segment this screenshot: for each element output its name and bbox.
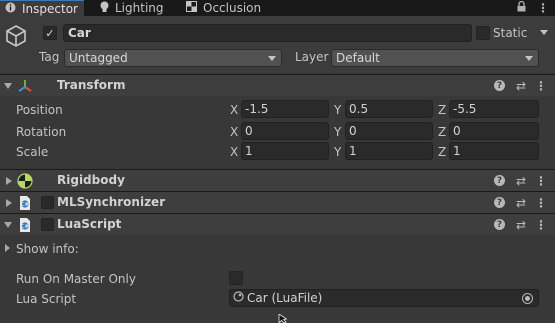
component-title: LuaScript (57, 217, 122, 231)
svg-text:C#: C# (21, 202, 29, 208)
tab-label: Inspector (22, 1, 78, 16)
static-dropdown-arrow-icon[interactable] (540, 30, 548, 35)
presets-icon[interactable]: ⇄ (514, 195, 528, 211)
rigidbody-header[interactable]: Rigidbody ? ⇄ ⋮ (0, 169, 555, 191)
help-icon[interactable]: ? (494, 175, 505, 186)
tab-inspector[interactable]: Inspector (0, 0, 84, 16)
run-on-master-checkbox[interactable] (229, 271, 243, 285)
more-menu-icon[interactable]: ⋮ (537, 1, 549, 15)
position-z-field[interactable]: -5.5 (449, 100, 539, 118)
scale-y-field[interactable]: 1 (345, 142, 433, 160)
mlsynchronizer-header[interactable]: C# MLSynchronizer ? ⇄ ⋮ (0, 191, 555, 213)
scale-label: Scale (16, 145, 49, 159)
gameobject-name-field[interactable]: Car (63, 24, 472, 42)
tag-label: Tag (39, 50, 60, 64)
scale-z-field[interactable]: 1 (449, 142, 539, 160)
presets-icon[interactable]: ⇄ (514, 217, 528, 233)
mlsynchronizer-enabled-checkbox[interactable] (41, 196, 54, 209)
component-tools: ? ⇄ ⋮ (483, 217, 555, 233)
lua-script-value: Car (LuaFile) (247, 291, 323, 305)
tab-lighting[interactable]: Lighting (100, 0, 164, 16)
axis-y-label: Y (334, 103, 342, 117)
axis-x-label: X (230, 125, 239, 139)
svg-text:C#: C# (21, 224, 29, 230)
more-menu-icon[interactable]: ⋮ (534, 195, 548, 211)
component-tools: ? ⇄ ⋮ (483, 173, 555, 189)
more-menu-icon[interactable]: ⋮ (534, 173, 548, 189)
axis-z-label: Z (438, 145, 447, 159)
tab-bar: Inspector Lighting Occlusion ⋮ (0, 0, 555, 16)
static-checkbox[interactable] (476, 26, 490, 40)
occlusion-icon (186, 1, 197, 15)
component-title: Transform (57, 78, 126, 92)
rotation-label: Rotation (16, 125, 67, 139)
layer-dropdown[interactable]: Default (331, 49, 539, 67)
chevron-down-icon (525, 56, 533, 61)
tab-label: Occlusion (203, 1, 262, 15)
lua-script-label: Lua Script (16, 292, 77, 306)
static-label: Static (493, 26, 528, 40)
lock-icon[interactable] (517, 0, 526, 15)
component-tools: ? ⇄ ⋮ (483, 195, 555, 211)
active-checkbox[interactable]: ✓ (43, 26, 57, 40)
component-tools: ? ⇄ ⋮ (483, 78, 555, 94)
more-menu-icon[interactable]: ⋮ (534, 78, 548, 94)
show-info-foldout-icon[interactable] (5, 244, 10, 252)
axis-z-label: Z (438, 103, 447, 117)
help-icon[interactable]: ? (494, 80, 505, 91)
presets-icon[interactable]: ⇄ (514, 78, 528, 94)
axis-x-label: X (230, 103, 239, 117)
rotation-x-field[interactable]: 0 (241, 122, 329, 140)
info-icon (5, 2, 16, 16)
window-controls: ⋮ (517, 0, 549, 16)
foldout-closed-icon[interactable] (6, 177, 12, 185)
tag-dropdown[interactable]: Untagged (64, 49, 282, 67)
more-menu-icon[interactable]: ⋮ (534, 217, 548, 233)
tag-value: Untagged (69, 51, 128, 65)
scale-x-field[interactable]: 1 (241, 142, 329, 160)
lua-file-icon (233, 291, 244, 305)
run-on-master-label: Run On Master Only (16, 272, 136, 286)
axis-y-label: Y (334, 125, 342, 139)
axis-z-label: Z (438, 125, 447, 139)
show-info-label[interactable]: Show info: (16, 242, 79, 256)
gameobject-header: ✓ Car Static Tag Untagged Layer Default (0, 16, 555, 73)
presets-icon[interactable]: ⇄ (514, 173, 528, 189)
layer-value: Default (336, 51, 380, 65)
mouse-cursor-icon (278, 313, 288, 323)
foldout-open-icon[interactable] (4, 222, 12, 228)
transform-icon (17, 78, 33, 94)
csharp-script-icon: C# (17, 217, 33, 233)
help-icon[interactable]: ? (494, 197, 505, 208)
component-title: Rigidbody (57, 173, 125, 187)
rigidbody-icon (17, 173, 33, 189)
object-picker-icon[interactable] (522, 293, 533, 304)
transform-header[interactable]: Transform ? ⇄ ⋮ (0, 74, 555, 96)
layer-label: Layer (295, 50, 329, 64)
rotation-z-field[interactable]: 0 (449, 122, 539, 140)
luascript-header[interactable]: C# LuaScript ? ⇄ ⋮ (0, 213, 555, 235)
csharp-script-icon: C# (17, 195, 33, 211)
rotation-y-field[interactable]: 0 (345, 122, 433, 140)
gameobject-cube-icon (4, 24, 28, 48)
lua-script-object-field[interactable]: Car (LuaFile) (229, 289, 539, 307)
foldout-closed-icon[interactable] (6, 199, 12, 207)
position-label: Position (16, 103, 63, 117)
position-y-field[interactable]: 0.5 (345, 100, 433, 118)
tab-label: Lighting (115, 1, 164, 15)
chevron-down-icon (268, 56, 276, 61)
foldout-open-icon[interactable] (4, 83, 12, 89)
component-title: MLSynchronizer (57, 195, 166, 209)
axis-y-label: Y (334, 145, 342, 159)
luascript-enabled-checkbox[interactable] (41, 218, 54, 231)
position-x-field[interactable]: -1.5 (241, 100, 329, 118)
tab-occlusion[interactable]: Occlusion (186, 0, 261, 16)
lightbulb-icon (100, 1, 109, 16)
axis-x-label: X (230, 145, 239, 159)
help-icon[interactable]: ? (494, 219, 505, 230)
